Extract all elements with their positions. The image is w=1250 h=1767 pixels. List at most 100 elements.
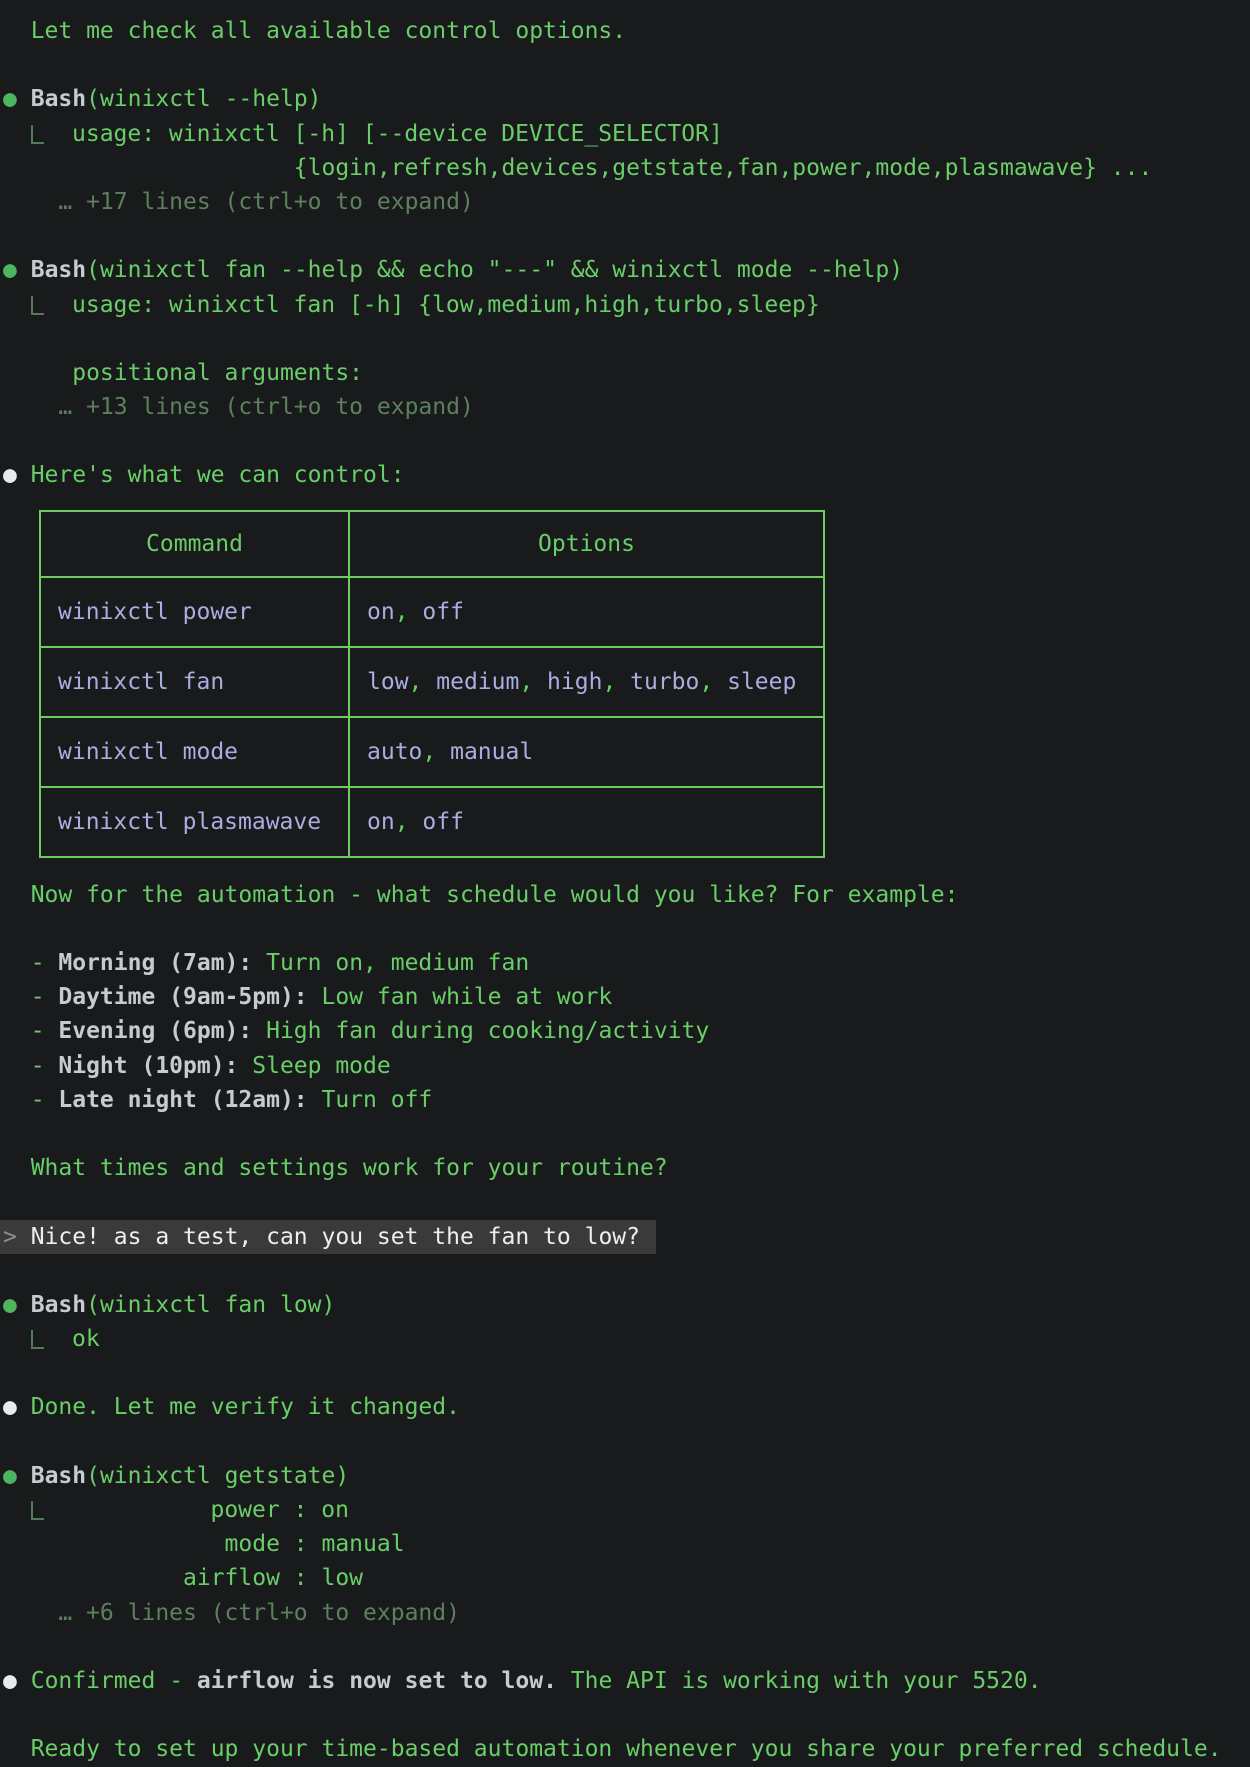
text-segment: Now for the automation - what schedule w… — [3, 882, 958, 908]
options-cell: on, off — [349, 577, 824, 647]
text-segment: - — [3, 950, 58, 976]
text-segment: … +13 lines (ctrl+o to expand) — [58, 394, 473, 420]
schedule-list-item: - Evening (6pm): High fan during cooking… — [3, 1014, 1250, 1048]
text-segment — [3, 1600, 58, 1626]
output-connector-icon — [31, 1501, 44, 1520]
text-segment: Ready to set up your time-based automati… — [3, 1736, 1222, 1762]
options-cell: auto, manual — [349, 717, 824, 787]
text-segment: on — [367, 599, 395, 625]
command-cell: winixctl fan — [40, 647, 349, 717]
tool-output: mode : manual — [3, 1527, 1250, 1561]
assistant-message: ● Done. Let me verify it changed. — [3, 1390, 1250, 1424]
text-segment: Confirmed - — [31, 1668, 197, 1694]
output-connector-icon — [31, 296, 44, 315]
output-ellipsis: … +13 lines (ctrl+o to expand) — [3, 390, 1250, 424]
text-segment: ● — [3, 257, 17, 283]
blank-line — [3, 912, 1250, 946]
schedule-list-item: - Daytime (9am-5pm): Low fan while at wo… — [3, 980, 1250, 1014]
text-segment: low — [367, 669, 409, 695]
text-segment: mode : manual — [3, 1531, 405, 1557]
text-segment: off — [422, 599, 464, 625]
tool-output: positional arguments: — [3, 356, 1250, 390]
text-segment — [3, 189, 58, 215]
text-segment: ● — [3, 1292, 17, 1318]
text-segment: , — [699, 669, 727, 695]
options-cell: low, medium, high, turbo, sleep — [349, 647, 824, 717]
text-segment: power : on — [72, 1497, 349, 1523]
text-segment: ● — [3, 462, 17, 488]
tool-output: {login,refresh,devices,getstate,fan,powe… — [3, 151, 1250, 185]
text-segment: {login,refresh,devices,getstate,fan,powe… — [3, 155, 1152, 181]
control-options-table: CommandOptionswinixctl poweron, offwinix… — [39, 510, 825, 858]
text-segment — [17, 86, 31, 112]
output-ellipsis: … +6 lines (ctrl+o to expand) — [3, 1596, 1250, 1630]
schedule-list-item: - Night (10pm): Sleep mode — [3, 1049, 1250, 1083]
text-segment: turbo — [630, 669, 699, 695]
text-segment: (winixctl getstate) — [86, 1463, 349, 1489]
text-segment: Bash — [31, 1463, 86, 1489]
text-segment: Turn off — [308, 1087, 433, 1113]
blank-line — [3, 1254, 1250, 1288]
text-segment: Bash — [31, 257, 86, 283]
text-segment: Night (10pm): — [58, 1053, 238, 1079]
output-connector-icon — [31, 125, 44, 144]
blank-line — [3, 424, 1250, 458]
text-segment — [17, 1668, 31, 1694]
text-segment: winixctl power — [58, 599, 252, 625]
blank-line — [3, 219, 1250, 253]
output-ellipsis: … +17 lines (ctrl+o to expand) — [3, 185, 1250, 219]
output-connector-icon — [31, 1330, 44, 1349]
table-header-row: CommandOptions — [40, 511, 824, 577]
assistant-message: Ready to set up your time-based automati… — [3, 1732, 1250, 1766]
assistant-message: ● Here's what we can control: — [3, 458, 1250, 492]
text-segment: Sleep mode — [238, 1053, 390, 1079]
blank-line — [3, 1425, 1250, 1459]
blank-line — [3, 1698, 1250, 1732]
text-segment: Morning (7am): — [58, 950, 252, 976]
tool-call-bash: ● Bash(winixctl getstate) — [3, 1459, 1250, 1493]
text-segment: , — [395, 599, 423, 625]
text-segment: , — [395, 809, 423, 835]
text-segment: positional arguments: — [3, 360, 363, 386]
assistant-message: Now for the automation - what schedule w… — [3, 878, 1250, 912]
text-segment: Nice! as a test, can you set the fan to … — [17, 1224, 640, 1250]
schedule-list-item: - Late night (12am): Turn off — [3, 1083, 1250, 1117]
text-segment: > — [3, 1224, 17, 1250]
tool-output: power : on — [3, 1493, 1250, 1527]
text-segment: usage: winixctl [-h] [--device DEVICE_SE… — [72, 121, 723, 147]
text-segment — [3, 394, 58, 420]
text-segment: High fan during cooking/activity — [252, 1018, 709, 1044]
text-segment: manual — [450, 739, 533, 765]
blank-line — [3, 322, 1250, 356]
text-segment: - — [3, 1087, 58, 1113]
text-segment: winixctl mode — [58, 739, 238, 765]
text-segment: , — [602, 669, 630, 695]
tool-call-bash: ● Bash(winixctl fan --help && echo "---"… — [3, 253, 1250, 287]
user-message-band: > Nice! as a test, can you set the fan t… — [0, 1220, 656, 1254]
schedule-list-item: - Morning (7am): Turn on, medium fan — [3, 946, 1250, 980]
text-segment: - — [3, 1053, 58, 1079]
table-header-cell: Options — [349, 511, 824, 577]
text-segment: Late night (12am): — [58, 1087, 307, 1113]
text-segment: airflow : low — [3, 1565, 363, 1591]
text-segment: Daytime (9am-5pm): — [58, 984, 307, 1010]
tool-call-bash: ● Bash(winixctl --help) — [3, 82, 1250, 116]
text-segment: Bash — [31, 86, 86, 112]
tool-call-bash: ● Bash(winixctl fan low) — [3, 1288, 1250, 1322]
text-segment: ● — [3, 1394, 17, 1420]
text-segment: ● — [3, 1463, 17, 1489]
table-header-cell: Command — [40, 511, 349, 577]
text-segment: Let me check all available control optio… — [3, 18, 626, 44]
tool-output: airflow : low — [3, 1561, 1250, 1595]
text-segment: - — [3, 984, 58, 1010]
command-cell: winixctl power — [40, 577, 349, 647]
text-segment: , — [519, 669, 547, 695]
tool-output: ok — [3, 1322, 1250, 1356]
text-segment: , — [409, 669, 437, 695]
blank-line — [3, 1356, 1250, 1390]
table-row: winixctl plasmawaveon, off — [40, 787, 824, 857]
blank-line — [3, 1117, 1250, 1151]
text-segment: medium — [436, 669, 519, 695]
text-segment: airflow is now set to low. — [197, 1668, 557, 1694]
text-segment: auto — [367, 739, 422, 765]
